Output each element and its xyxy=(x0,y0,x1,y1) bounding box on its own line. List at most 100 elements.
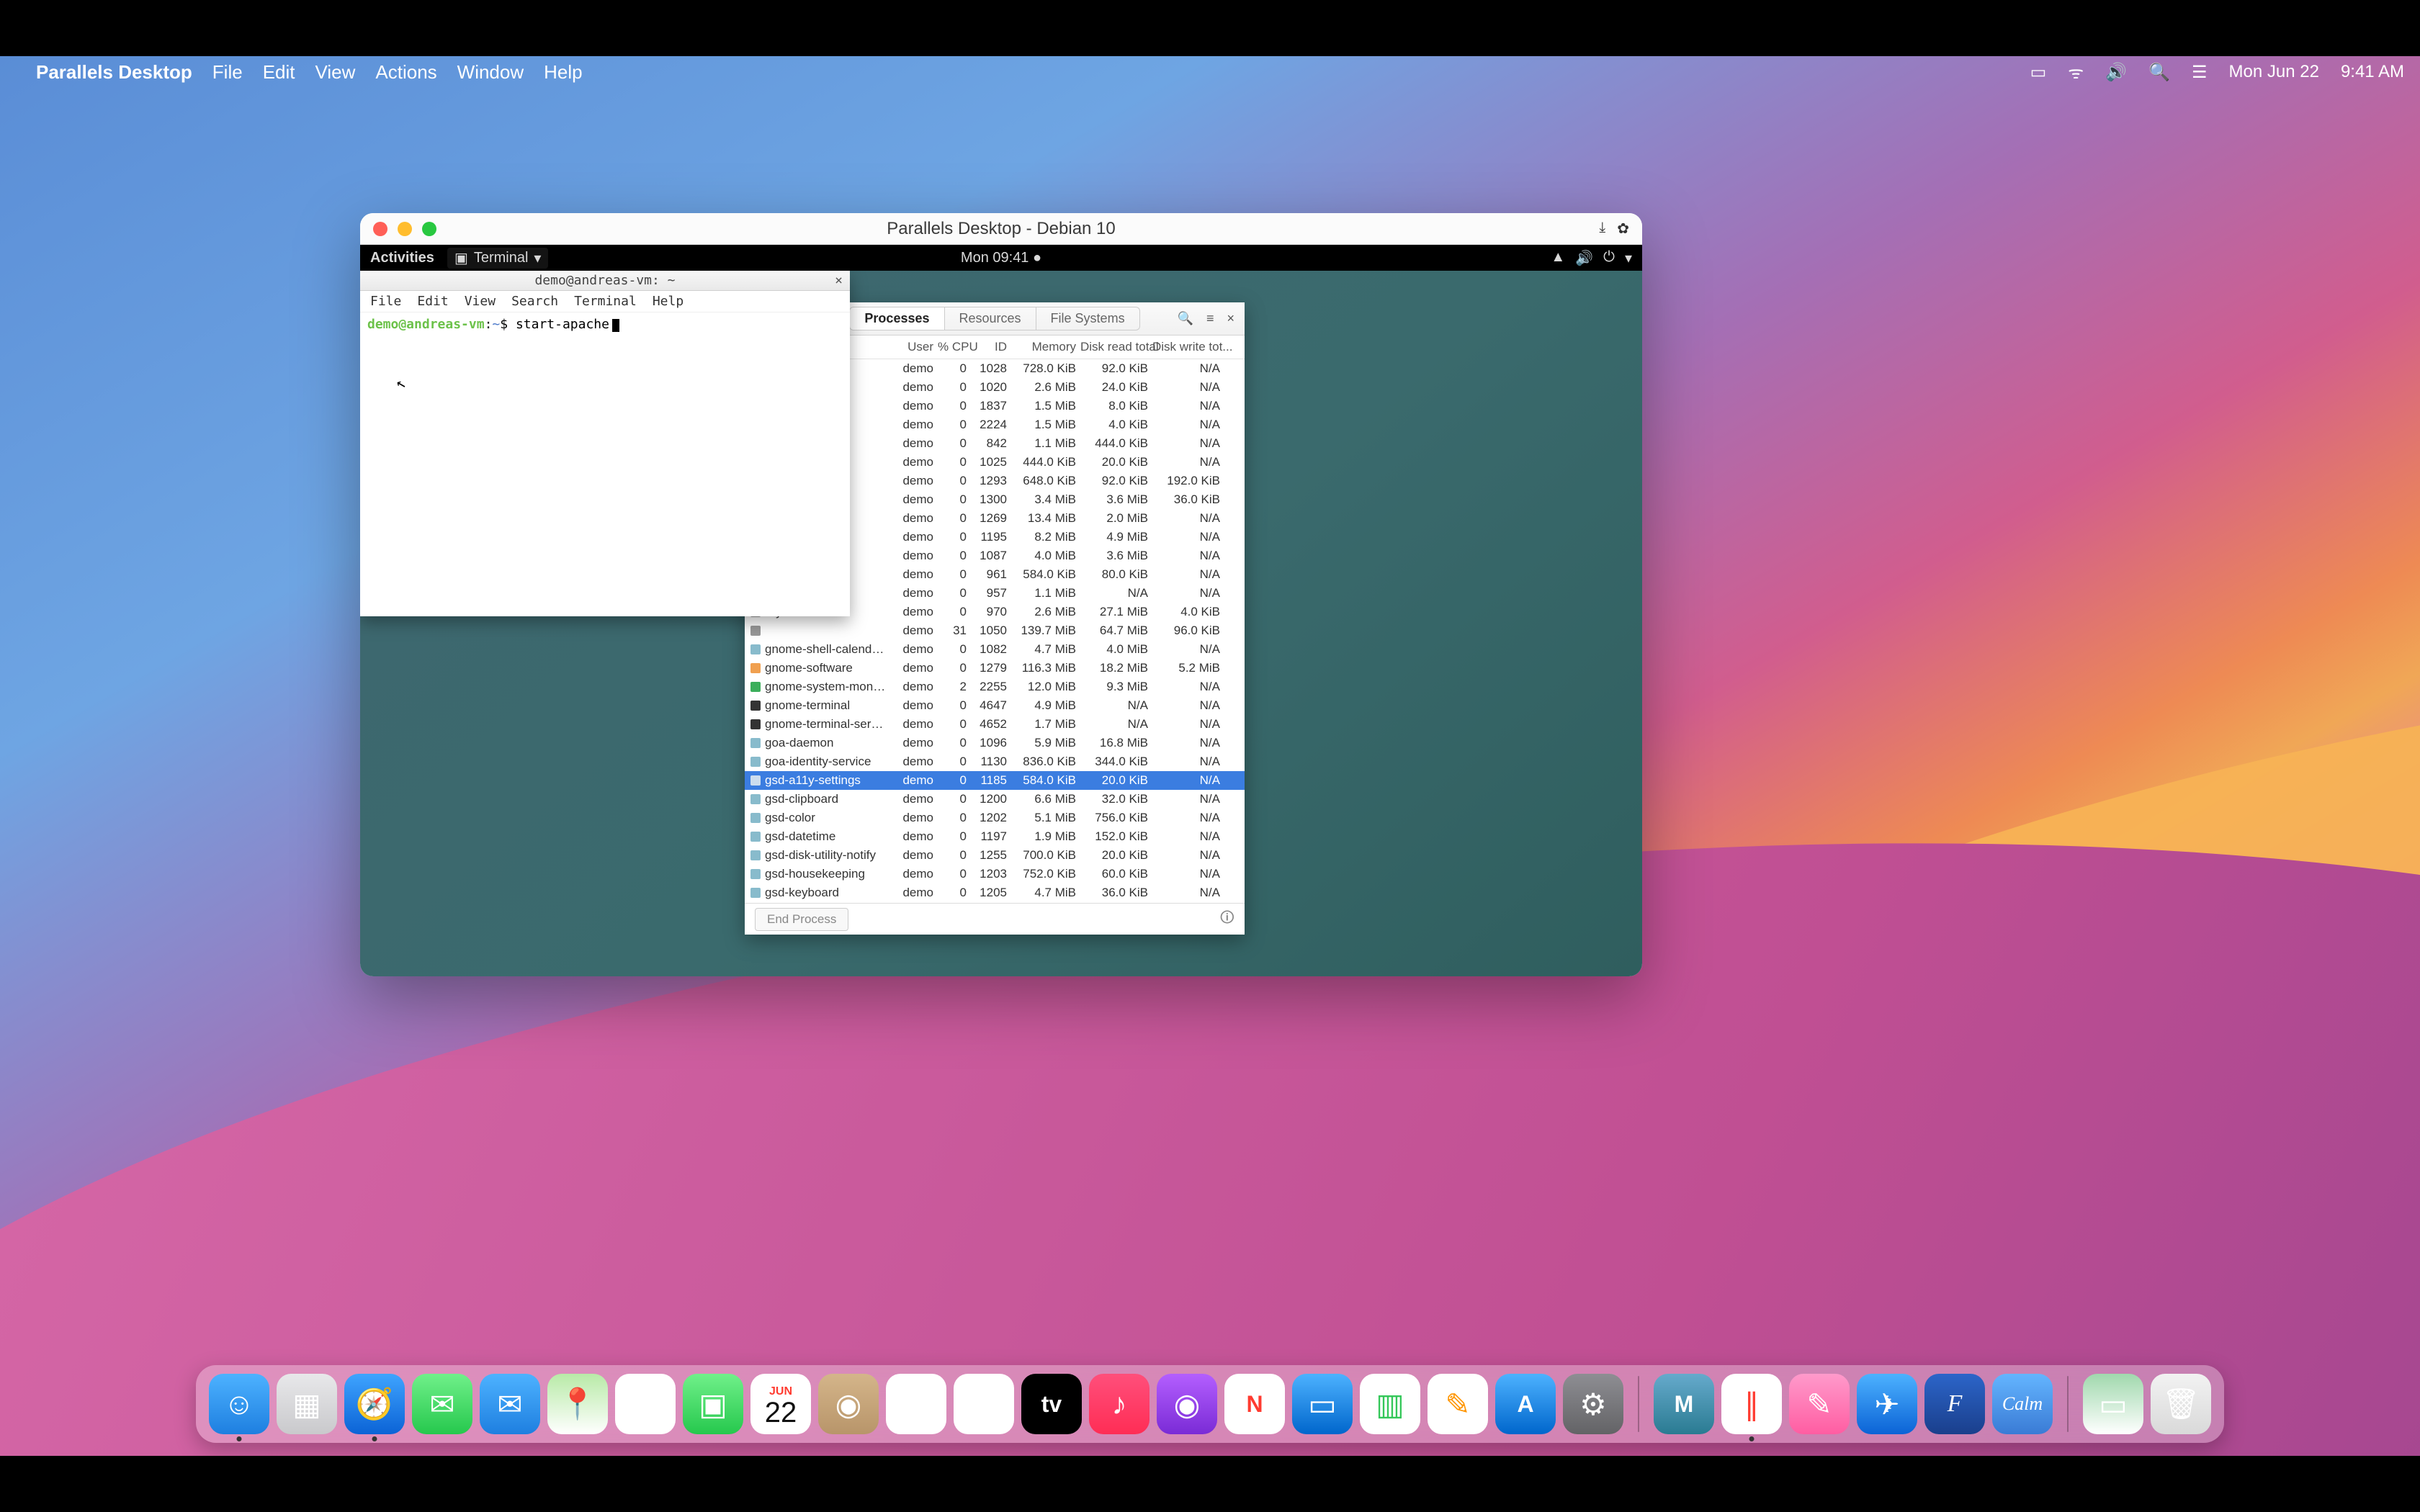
tab-resources[interactable]: Resources xyxy=(945,307,1036,330)
dock-podcasts-icon[interactable]: ◉ xyxy=(1157,1374,1217,1434)
menu-help[interactable]: Help xyxy=(544,61,582,84)
dock-facetime-icon[interactable]: ▣ xyxy=(683,1374,743,1434)
window-titlebar[interactable]: Parallels Desktop - Debian 10 ⤓ ✿ xyxy=(360,213,1642,245)
col-user[interactable]: User xyxy=(895,340,938,354)
table-row[interactable]: gsd-colordemo012025.1 MiB756.0 KiBN/A xyxy=(745,809,1245,827)
table-row[interactable]: gnome-system-monitordemo2225512.0 MiB9.3… xyxy=(745,678,1245,696)
chevron-down-icon[interactable]: ▾ xyxy=(1625,249,1632,267)
dock-keynote-icon[interactable]: ▭ xyxy=(1292,1374,1353,1434)
dock-reminders-icon[interactable]: ≣ xyxy=(886,1374,946,1434)
display-status-icon[interactable]: ▭ xyxy=(2030,62,2047,83)
control-center-icon[interactable]: ☰ xyxy=(2192,62,2208,83)
dock-calm-icon[interactable]: Calm xyxy=(1992,1374,2053,1434)
menu-icon[interactable]: ≡ xyxy=(1206,311,1214,326)
terminal-prompt-path: ~ xyxy=(492,317,500,332)
dock-mail-icon[interactable]: ✉ xyxy=(480,1374,540,1434)
terminal-menu-terminal[interactable]: Terminal xyxy=(574,294,637,309)
terminal-close-button[interactable]: × xyxy=(835,273,843,288)
dock-tv-icon[interactable]: tv xyxy=(1021,1374,1082,1434)
dock-photos-icon[interactable]: ✿ xyxy=(615,1374,676,1434)
menu-view[interactable]: View xyxy=(315,61,356,84)
dock-safari-icon[interactable]: 🧭 xyxy=(344,1374,405,1434)
volume-icon[interactable]: 🔊 xyxy=(1575,249,1593,267)
terminal-menu-search[interactable]: Search xyxy=(511,294,558,309)
volume-status-icon[interactable]: 🔊 xyxy=(2105,62,2127,83)
table-row[interactable]: gnome-terminal-serverdemo046521.7 MiBN/A… xyxy=(745,715,1245,734)
wifi-status-icon[interactable]: ᯤ xyxy=(2068,60,2084,84)
dock-fender-icon[interactable]: F xyxy=(1924,1374,1985,1434)
table-row[interactable]: gsd-a11y-settingsdemo01185584.0 KiB20.0 … xyxy=(745,771,1245,790)
terminal-body[interactable]: demo@andreas-vm:~$ start-apache ↖ xyxy=(360,312,850,616)
window-close-icon[interactable]: × xyxy=(1227,311,1234,326)
window-minimize-button[interactable] xyxy=(398,222,412,236)
terminal-menu-file[interactable]: File xyxy=(370,294,401,309)
app-menu[interactable]: Parallels Desktop xyxy=(36,61,192,84)
dock-news-icon[interactable]: N xyxy=(1224,1374,1285,1434)
gnome-app-menu[interactable]: ▣ Terminal ▾ xyxy=(447,248,549,269)
dock-maya-icon[interactable]: M xyxy=(1654,1374,1714,1434)
parallels-view-mode-icon[interactable]: ⤓ xyxy=(1599,220,1605,238)
col-memory[interactable]: Memory xyxy=(1011,340,1080,354)
table-row[interactable]: gnome-shell-calendar-serverdemo010824.7 … xyxy=(745,640,1245,659)
dock-trash-icon[interactable]: 🗑 xyxy=(2151,1374,2211,1434)
dock-parallels-icon[interactable]: ∥ xyxy=(1721,1374,1782,1434)
dock-launchpad-icon[interactable]: ▦ xyxy=(277,1374,337,1434)
gnome-clock[interactable]: Mon 09:41 ● xyxy=(961,250,1041,266)
dock-numbers-icon[interactable]: ▥ xyxy=(1360,1374,1420,1434)
table-row[interactable]: goa-daemondemo010965.9 MiB16.8 MiBN/A xyxy=(745,734,1245,752)
table-row[interactable]: gsd-clipboarddemo012006.6 MiB32.0 KiBN/A xyxy=(745,790,1245,809)
process-icon xyxy=(750,794,761,804)
parallels-window[interactable]: Parallels Desktop - Debian 10 ⤓ ✿ Activi… xyxy=(360,213,1642,976)
dock-contacts-icon[interactable]: ◉ xyxy=(818,1374,879,1434)
dock-music-icon[interactable]: ♪ xyxy=(1089,1374,1150,1434)
end-process-button[interactable]: End Process xyxy=(755,908,848,931)
col-disk-read[interactable]: Disk read total xyxy=(1080,340,1152,354)
dock-downloads-icon[interactable]: ▭ xyxy=(2083,1374,2143,1434)
table-row[interactable]: gnome-terminaldemo046474.9 MiBN/AN/A xyxy=(745,696,1245,715)
cell-user: demo xyxy=(895,755,938,769)
col-id[interactable]: ID xyxy=(971,340,1011,354)
terminal-window[interactable]: demo@andreas-vm: ~ × File Edit View Search T… xyxy=(360,271,850,616)
dock-appstore-icon[interactable]: A xyxy=(1495,1374,1556,1434)
spotlight-icon[interactable]: 🔍 xyxy=(2148,62,2170,83)
window-close-button[interactable] xyxy=(373,222,387,236)
window-fullscreen-button[interactable] xyxy=(422,222,436,236)
menu-edit[interactable]: Edit xyxy=(263,61,295,84)
menu-actions[interactable]: Actions xyxy=(375,61,436,84)
menubar-time[interactable]: 9:41 AM xyxy=(2341,62,2404,82)
dock-pages-icon[interactable]: ✎ xyxy=(1428,1374,1488,1434)
cell-mem: 1.1 MiB xyxy=(1011,586,1080,600)
terminal-menu-view[interactable]: View xyxy=(465,294,496,309)
dock-notes-icon[interactable]: ▭ xyxy=(954,1374,1014,1434)
dock-calendar-icon[interactable]: JUN22 xyxy=(750,1374,811,1434)
table-row[interactable]: gnome-softwaredemo01279116.3 MiB18.2 MiB… xyxy=(745,659,1245,678)
menu-file[interactable]: File xyxy=(212,61,243,84)
col-disk-write[interactable]: Disk write tot... xyxy=(1152,340,1224,354)
menubar-date[interactable]: Mon Jun 22 xyxy=(2229,62,2319,82)
gnome-activities-button[interactable]: Activities xyxy=(370,250,434,266)
tab-processes[interactable]: Processes xyxy=(850,307,944,330)
search-icon[interactable]: 🔍 xyxy=(1178,311,1193,326)
table-row[interactable]: gsd-datetimedemo011971.9 MiB152.0 KiBN/A xyxy=(745,827,1245,846)
dock-messages-icon[interactable]: ✉ xyxy=(412,1374,472,1434)
parallels-settings-icon[interactable]: ✿ xyxy=(1617,220,1629,238)
dock-maps-icon[interactable]: 📍 xyxy=(547,1374,608,1434)
dock-app-unknown-2-icon[interactable]: ✈ xyxy=(1857,1374,1917,1434)
table-row[interactable]: gsd-keyboarddemo012054.7 MiB36.0 KiBN/A xyxy=(745,883,1245,902)
system-info-icon[interactable]: 🛈 xyxy=(1220,907,1234,932)
table-row[interactable]: goa-identity-servicedemo01130836.0 KiB34… xyxy=(745,752,1245,771)
col-cpu[interactable]: % CPU xyxy=(938,340,971,354)
power-icon[interactable]: ⏻ xyxy=(1603,249,1615,267)
dock-app-unknown-1-icon[interactable]: ✎ xyxy=(1789,1374,1850,1434)
terminal-menu-help[interactable]: Help xyxy=(653,294,684,309)
dock-finder-icon[interactable]: ☺ xyxy=(209,1374,269,1434)
table-row[interactable]: gsd-housekeepingdemo01203752.0 KiB60.0 K… xyxy=(745,865,1245,883)
tab-file-systems[interactable]: File Systems xyxy=(1036,307,1139,330)
dock-settings-icon[interactable]: ⚙ xyxy=(1563,1374,1623,1434)
table-row[interactable]: demo311050139.7 MiB64.7 MiB96.0 KiB xyxy=(745,621,1245,640)
network-status-icon[interactable]: ▲ xyxy=(1551,249,1565,267)
terminal-titlebar[interactable]: demo@andreas-vm: ~ × xyxy=(360,271,850,291)
table-row[interactable]: gsd-disk-utility-notifydemo01255700.0 Ki… xyxy=(745,846,1245,865)
menu-window[interactable]: Window xyxy=(457,61,524,84)
terminal-menu-edit[interactable]: Edit xyxy=(417,294,448,309)
